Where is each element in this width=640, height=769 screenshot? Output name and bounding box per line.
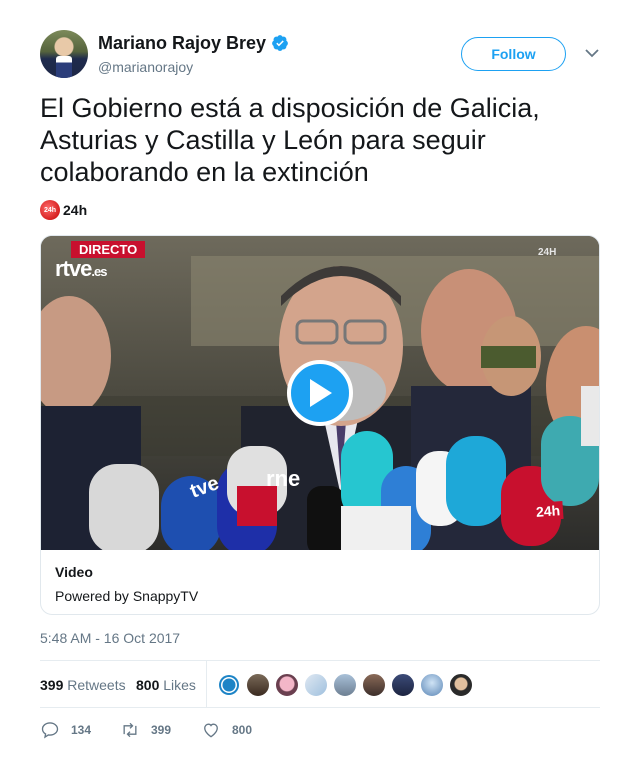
play-icon [310,379,332,407]
video-card[interactable]: rne tve DIRECTO rtve.es 24H 24h Video Po… [40,235,600,615]
media-source[interactable]: 24h 24h [40,200,87,220]
likes-count: 800 [136,677,160,693]
pp-logo-icon [219,675,239,695]
liker-avatar[interactable] [332,672,358,698]
liker-avatar[interactable] [303,672,329,698]
chevron-down-icon[interactable] [585,48,599,58]
play-button[interactable] [287,360,353,426]
source-logo: 24h [40,200,60,220]
liker-avatar[interactable] [274,672,300,698]
channel-logo-text: rtve [55,256,92,281]
avatar[interactable] [40,30,88,78]
channel-logo-suffix: .es [91,264,107,279]
mic-label-24h: 24h [532,500,564,522]
likes-stat[interactable]: 800 Likes [136,677,196,693]
channel-logo: rtve.es [55,256,107,282]
retweet-action[interactable]: 399 [120,720,171,740]
tweet-text-line: Asturias y Castilla y León para seguir [40,125,486,155]
reply-icon[interactable] [40,720,60,740]
liker-avatar[interactable] [448,672,474,698]
liker-avatar[interactable] [361,672,387,698]
retweet-count: 399 [151,723,172,737]
verified-badge-icon [272,35,288,51]
like-count: 800 [232,723,253,737]
tweet-text-line: colaborando en la extinción [40,157,369,187]
card-title[interactable]: Video [55,564,93,580]
follow-button[interactable]: Follow [461,37,566,71]
source-name[interactable]: 24h [63,202,87,218]
retweet-icon[interactable] [120,720,140,740]
retweets-label: Retweets [67,677,126,693]
user-handle[interactable]: @marianorajoy [98,59,193,75]
channel-watermark: 24H [538,247,557,258]
liker-avatar[interactable] [390,672,416,698]
tweet-actions: 134 399 800 [40,718,600,742]
heart-icon[interactable] [201,720,221,740]
mic-label-rne: rne [266,466,300,491]
tweet-header: Mariano Rajoy Brey @marianorajoy Follow [40,30,600,80]
user-name[interactable]: Mariano Rajoy Brey [98,33,266,54]
tweet-timestamp[interactable]: 5:48 AM - 16 Oct 2017 [40,630,180,646]
card-subtitle: Powered by SnappyTV [55,588,199,604]
tweet-stats: 399 Retweets 800 Likes [40,660,600,708]
liker-avatar[interactable] [216,672,242,698]
video-player[interactable]: rne tve DIRECTO rtve.es 24H 24h [41,236,599,550]
liker-avatar[interactable] [419,672,445,698]
like-action[interactable]: 800 [201,720,252,740]
likes-label: Likes [163,677,196,693]
retweets-count: 399 [40,677,64,693]
reply-action[interactable]: 134 [40,720,91,740]
tweet-text: El Gobierno está a disposición de Galici… [40,92,600,188]
stats-divider [206,661,207,707]
retweets-stat[interactable]: 399 Retweets [40,677,126,693]
liker-avatar[interactable] [245,672,271,698]
tweet-text-line: El Gobierno está a disposición de Galici… [40,93,540,123]
reply-count: 134 [71,723,92,737]
